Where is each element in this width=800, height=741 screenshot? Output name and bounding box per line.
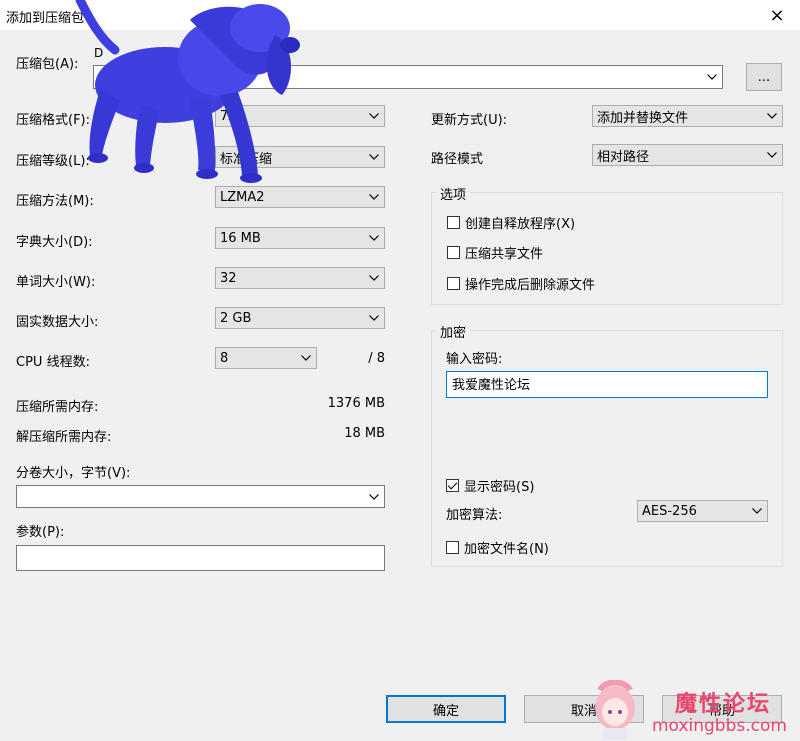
dict-value: 16 MB <box>220 230 261 246</box>
encrypt-names-checkbox[interactable]: 加密文件名(N) <box>446 538 549 557</box>
options-title: 选项 <box>436 184 471 203</box>
encryption-method-value: AES-256 <box>642 503 697 519</box>
dict-combo[interactable]: 16 MB <box>215 227 385 249</box>
update-value: 添加并替换文件 <box>597 110 689 126</box>
checkbox-box <box>447 277 460 290</box>
chevron-down-icon <box>296 348 316 368</box>
checkbox-box <box>446 541 459 554</box>
chevron-down-icon <box>762 106 782 126</box>
watermark-url: moxingbbs.com <box>652 716 787 736</box>
pathmode-label: 路径模式 <box>431 152 484 167</box>
chevron-down-icon <box>364 106 384 126</box>
show-password-label: 显示密码(S) <box>464 480 535 495</box>
delete-source-checkbox[interactable]: 操作完成后删除源文件 <box>447 274 595 293</box>
browse-button[interactable]: ... <box>746 63 782 91</box>
mem-decompress-value: 18 MB <box>344 426 385 441</box>
encryption-title: 加密 <box>436 322 471 341</box>
mascot-icon <box>595 680 635 740</box>
word-value: 32 <box>220 270 237 286</box>
checkbox-box <box>447 246 460 259</box>
encrypt-names-label: 加密文件名(N) <box>464 542 549 557</box>
cpu-label: CPU 线程数: <box>16 355 90 370</box>
chevron-down-icon <box>364 486 384 507</box>
watermark-title: 魔性论坛 <box>675 692 772 717</box>
close-button[interactable]: × <box>754 0 800 30</box>
password-label: 输入密码: <box>446 352 503 367</box>
cpu-value: 8 <box>220 350 229 366</box>
mem-compress-value: 1376 MB <box>327 396 385 411</box>
checkbox-box-checked <box>446 479 459 492</box>
params-label: 参数(P): <box>16 525 65 540</box>
sfx-checkbox[interactable]: 创建自释放程序(X) <box>447 213 575 232</box>
word-label: 单词大小(W): <box>16 275 96 290</box>
mem-compress-label: 压缩所需内存: <box>16 400 99 415</box>
checkbox-box <box>447 216 460 229</box>
pathmode-value: 相对路径 <box>597 149 650 165</box>
word-combo[interactable]: 32 <box>215 267 385 289</box>
password-input[interactable]: 我爱魔性论坛 <box>446 371 768 398</box>
update-combo[interactable]: 添加并替换文件 <box>592 105 783 127</box>
chevron-down-icon <box>364 147 384 167</box>
chevron-down-icon <box>364 268 384 288</box>
encryption-method-label: 加密算法: <box>446 508 503 523</box>
chevron-down-icon <box>364 228 384 248</box>
solid-combo[interactable]: 2 GB <box>215 307 385 329</box>
shared-files-checkbox-label: 压缩共享文件 <box>465 247 544 262</box>
show-password-checkbox[interactable]: 显示密码(S) <box>446 476 534 495</box>
chevron-down-icon <box>762 145 782 165</box>
delete-source-checkbox-label: 操作完成后删除源文件 <box>465 278 596 293</box>
blue-dog-image <box>75 0 300 183</box>
watermark: 魔性论坛 moxingbbs.com <box>590 680 800 741</box>
shared-files-checkbox[interactable]: 压缩共享文件 <box>447 243 543 262</box>
cpu-combo[interactable]: 8 <box>215 347 317 369</box>
dict-label: 字典大小(D): <box>16 235 93 250</box>
mem-decompress-label: 解压缩所需内存: <box>16 430 112 445</box>
solid-label: 固实数据大小: <box>16 315 99 330</box>
chevron-down-icon <box>364 308 384 328</box>
solid-value: 2 GB <box>220 310 252 326</box>
volume-label: 分卷大小，字节(V): <box>16 466 131 481</box>
sfx-checkbox-label: 创建自释放程序(X) <box>465 217 576 232</box>
chevron-down-icon <box>747 501 767 521</box>
chevron-down-icon <box>364 187 384 207</box>
encryption-method-combo[interactable]: AES-256 <box>637 500 768 522</box>
volume-combo[interactable] <box>16 485 385 508</box>
cpu-total: / 8 <box>368 351 385 366</box>
chevron-down-icon <box>702 66 722 88</box>
pathmode-combo[interactable]: 相对路径 <box>592 144 783 166</box>
update-label: 更新方式(U): <box>431 113 508 128</box>
params-input[interactable] <box>16 545 385 571</box>
ok-button[interactable]: 确定 <box>386 695 506 723</box>
